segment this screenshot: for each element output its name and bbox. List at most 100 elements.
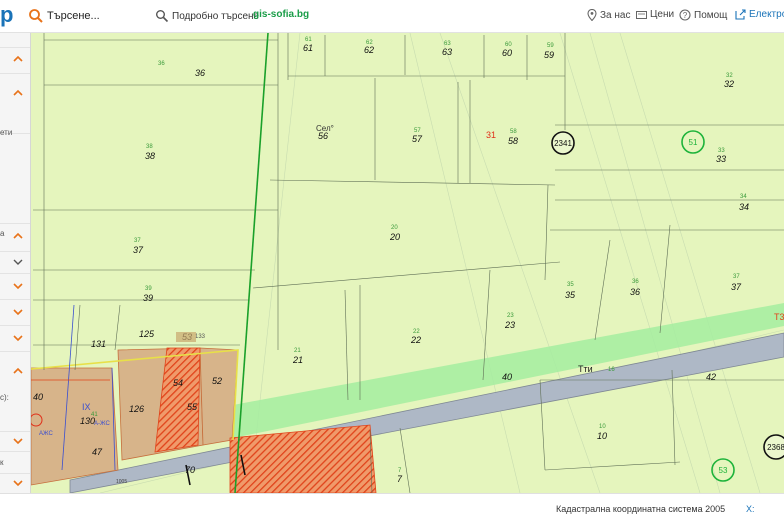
chevron-down-icon[interactable]: [13, 479, 23, 487]
parcel-number: 63: [442, 47, 452, 57]
sidebar-text: ети: [0, 128, 13, 137]
search-box[interactable]: Търсене...: [28, 6, 152, 26]
parcel-sublabel: 59: [547, 43, 554, 49]
chevron-down-icon[interactable]: [13, 308, 23, 316]
parcel-sublabel: 10: [599, 424, 606, 430]
zone-code: А-ЖС: [94, 421, 110, 427]
parcel-sublabel: 37: [733, 274, 740, 280]
zone-roman-numeral: IX: [82, 402, 91, 412]
chevron-down-icon[interactable]: [13, 258, 23, 266]
sidebar-row[interactable]: [0, 33, 30, 48]
parcel-number: 34: [739, 202, 749, 212]
sidebar-row[interactable]: [0, 299, 30, 326]
parcel-number: 21: [292, 355, 303, 365]
map-marker-2368[interactable]: 2368: [763, 434, 784, 460]
chevron-down-icon[interactable]: [13, 437, 23, 445]
road-label: Тти: [578, 364, 593, 374]
sidebar-row[interactable]: [0, 73, 30, 134]
marker-label: 53: [719, 466, 728, 475]
nav-help-label: Помощ: [694, 9, 728, 21]
layers-sidebar: ети а с): к: [0, 33, 31, 494]
sidebar-row[interactable]: [0, 473, 30, 494]
parcel-number: 57: [412, 134, 423, 144]
site-name[interactable]: gis-sofia.bg: [253, 9, 309, 20]
location-pin-icon: [587, 9, 597, 21]
app-logo[interactable]: p: [0, 3, 13, 27]
map-marker-2341[interactable]: 2341: [551, 131, 575, 155]
nav-prices[interactable]: Цени: [636, 9, 674, 20]
parcel-sublabel: 36: [632, 279, 639, 285]
advanced-search-label: Подробно търсене: [172, 10, 260, 22]
chevron-up-icon[interactable]: [13, 232, 23, 240]
road-sublabel: 16: [608, 367, 615, 373]
chevron-up-icon[interactable]: [13, 89, 23, 97]
sidebar-text: с):: [0, 393, 9, 402]
chevron-down-icon[interactable]: [13, 334, 23, 342]
parcel-number: 125: [139, 329, 155, 339]
chevron-up-icon[interactable]: [13, 367, 23, 375]
marker-label: 51: [689, 138, 698, 147]
sidebar-row[interactable]: [0, 273, 30, 300]
parcel-number: 37: [133, 245, 144, 255]
parcel-number: 47: [92, 447, 103, 457]
parcel-number: 39: [143, 293, 153, 303]
price-tag-icon: [636, 10, 647, 19]
sidebar-row[interactable]: [0, 431, 30, 452]
coordinate-system-label: Кадастрална координатна система 2005: [556, 504, 726, 514]
parcel-number: 33: [716, 154, 726, 164]
search-icon: [29, 9, 43, 23]
nav-electronic-label: Електро: [749, 9, 784, 20]
parcel-number: 35: [565, 290, 576, 300]
parcel-sublabel: 39: [145, 286, 152, 292]
zone-code: Т3: [774, 312, 784, 322]
nav-about-label: За нас: [600, 9, 631, 21]
small-building: [176, 332, 196, 342]
nav-about[interactable]: За нас: [587, 9, 630, 21]
marker-label: 2341: [554, 139, 572, 148]
sidebar-row[interactable]: [0, 47, 30, 74]
built-area: [199, 347, 239, 446]
sidebar-text: к: [0, 458, 4, 467]
sidebar-row[interactable]: к: [0, 451, 30, 474]
land-use-code: Сел°: [316, 124, 334, 133]
parcel-number: 36: [630, 287, 640, 297]
sidebar-row[interactable]: ети: [0, 128, 30, 224]
red-parcel-number: 31: [486, 130, 496, 140]
parcel-number: 60: [502, 48, 512, 58]
parcel-number: 37: [731, 282, 742, 292]
parcel-sublabel: 58: [510, 129, 517, 135]
sidebar-row[interactable]: с):: [0, 351, 30, 432]
parcel-number: 62: [364, 45, 374, 55]
sidebar-row[interactable]: [0, 325, 30, 352]
magnifier-icon: [156, 10, 169, 23]
nav-prices-label: Цени: [650, 9, 675, 20]
map-canvas[interactable]: 61 61 62 62 63 63 60 60 59 59 36 36 56 5…: [31, 33, 784, 493]
parcel-number: 55: [187, 402, 198, 412]
small-number: 133: [195, 334, 206, 340]
advanced-search-link[interactable]: Подробно търсене: [155, 9, 259, 23]
parcel-number: 40: [33, 392, 43, 402]
parcel-number: 10: [597, 431, 607, 441]
parcel-number: 59: [544, 50, 554, 60]
nav-electronic[interactable]: Електро: [735, 9, 784, 20]
parcel-number: 54: [173, 378, 183, 388]
parcel-number: 126: [129, 404, 144, 414]
parcel-number: 42: [706, 372, 716, 382]
search-input[interactable]: Търсене...: [47, 10, 100, 22]
parcel-number: 131: [91, 339, 106, 349]
cadastral-map[interactable]: 61 61 62 62 63 63 60 60 59 59 36 36 56 5…: [31, 33, 784, 493]
parcel-sublabel: 36: [158, 61, 165, 67]
chevron-down-icon[interactable]: [13, 282, 23, 290]
nav-help[interactable]: ? Помощ: [679, 9, 727, 21]
chevron-up-icon[interactable]: [13, 55, 23, 63]
help-icon: ?: [679, 9, 691, 21]
svg-text:?: ?: [683, 11, 688, 20]
parcel-sublabel: 21: [294, 348, 301, 354]
sidebar-row[interactable]: [0, 251, 30, 274]
parcel-number: 23: [504, 320, 515, 330]
parcel-sublabel: 20: [391, 225, 398, 231]
scale-text: 1005: [116, 479, 127, 485]
parcel-sublabel: 38: [146, 144, 153, 150]
parcel-number: 58: [508, 136, 518, 146]
sidebar-row[interactable]: а: [0, 223, 30, 252]
